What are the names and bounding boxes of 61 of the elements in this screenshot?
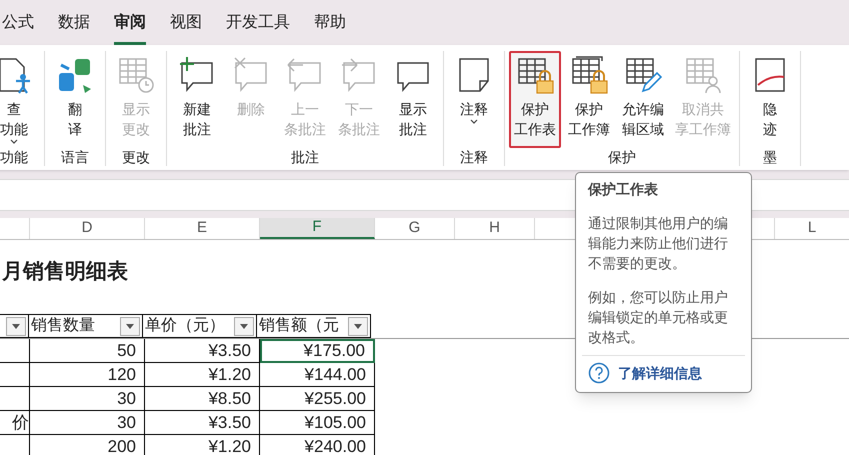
ribbon-button[interactable]: 翻 译 <box>49 51 101 148</box>
table-cell: ¥3.50 <box>145 411 260 435</box>
dropdown-arrow-icon <box>126 324 134 328</box>
ribbon-button[interactable]: 保护 工作簿 <box>563 51 615 148</box>
header-label: 销售额（元 <box>258 316 339 336</box>
table-cell: 120 <box>30 363 145 387</box>
ribbon-tab[interactable]: 数据 <box>58 3 90 45</box>
tooltip-text: 通过限制其他用户的编辑能力来防止他们进行不需要的更改。 <box>588 214 729 273</box>
tooltip-title: 保护工作表 <box>588 180 659 199</box>
table-cell: ¥1.20 <box>145 435 260 455</box>
ribbon-tab[interactable]: 帮助 <box>314 3 346 45</box>
ribbon-button[interactable]: 查 功能 <box>0 51 40 148</box>
table-cell: 价 <box>0 411 30 435</box>
filter-button[interactable] <box>120 316 140 336</box>
ribbon-tab[interactable]: 开发工具 <box>226 3 290 45</box>
column-header[interactable]: H <box>455 218 535 239</box>
table-cell: ¥175.00 <box>260 339 375 363</box>
column-header[interactable]: F <box>260 218 375 239</box>
filter-button[interactable] <box>6 316 26 336</box>
ribbon-button[interactable]: 隐 迹 <box>744 51 796 148</box>
ribbon-tab[interactable]: 视图 <box>170 3 202 45</box>
group-label: 注释 <box>460 148 488 166</box>
ribbon-button[interactable]: 注释 <box>448 51 500 148</box>
table-cell: 200 <box>30 435 145 455</box>
table-cell: 30 <box>30 387 145 411</box>
ribbon-tab[interactable]: 公式 <box>2 3 34 45</box>
table-cell: ¥105.00 <box>260 411 375 435</box>
table-cell <box>0 387 30 411</box>
table-cell: ¥240.00 <box>260 435 375 455</box>
group-label: 功能 <box>0 148 28 166</box>
column-header[interactable]: G <box>375 218 455 239</box>
table-cell: ¥8.50 <box>145 387 260 411</box>
tooltip-text: 例如，您可以防止用户编辑锁定的单元格或更改格式。 <box>588 288 729 347</box>
group-label: 墨 <box>763 148 777 166</box>
table-cell: ¥3.50 <box>145 339 260 363</box>
table-cell: 30 <box>30 411 145 435</box>
dropdown-arrow-icon <box>12 324 20 328</box>
table-cell: ¥1.20 <box>145 363 260 387</box>
ribbon-button[interactable]: 新建 批注 <box>171 51 223 148</box>
table-cell: 50 <box>30 339 145 363</box>
table-cell: ¥255.00 <box>260 387 375 411</box>
column-header[interactable]: D <box>30 218 145 239</box>
ribbon-button[interactable]: 保护 工作表 <box>509 51 561 148</box>
group-label: 保护 <box>608 148 636 166</box>
help-icon <box>588 362 610 384</box>
filter-button[interactable] <box>348 316 368 336</box>
learn-more-link[interactable]: 了解详细信息 <box>618 362 702 384</box>
column-header[interactable]: L <box>775 218 849 239</box>
group-label: 批注 <box>291 148 319 166</box>
ribbon-button[interactable]: 允许编 辑区域 <box>617 51 669 148</box>
group-label: 更改 <box>122 148 150 166</box>
table-cell <box>0 363 30 387</box>
table-cell: ¥144.00 <box>260 363 375 387</box>
header-label: 销售数量 <box>30 316 95 336</box>
group-label: 语言 <box>61 148 89 166</box>
header-label: 单价（元） <box>144 316 225 336</box>
dropdown-arrow-icon <box>240 324 248 328</box>
dropdown-arrow-icon <box>354 324 362 328</box>
sheet-title: 月销售明细表 <box>2 259 128 286</box>
ribbon-button[interactable]: 显示 批注 <box>387 51 439 148</box>
filter-button[interactable] <box>234 316 254 336</box>
